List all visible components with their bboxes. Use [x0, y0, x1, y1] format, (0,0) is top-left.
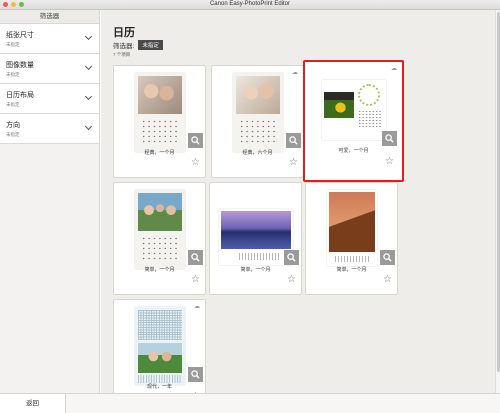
- calendar-grid: [140, 236, 179, 261]
- page-title: 日历: [113, 27, 135, 39]
- favorite-star-icon[interactable]: ☆: [191, 275, 200, 285]
- magnifier-icon: [191, 253, 200, 262]
- bottom-bar: 返回: [0, 393, 500, 413]
- zoom-button[interactable]: [188, 133, 203, 148]
- year-grid: [137, 310, 182, 340]
- template-card[interactable]: 简单，一个月 ☆: [113, 182, 206, 295]
- magnifier-icon: [383, 253, 392, 262]
- favorite-star-icon[interactable]: ☆: [383, 275, 392, 285]
- template-name: 现代，一年: [146, 384, 172, 390]
- template-thumbnail: [218, 209, 293, 265]
- favorite-star-icon[interactable]: ☆: [385, 157, 394, 167]
- filter-sidebar: 筛选器 纸张尺寸 未指定 图像数量 未指定 日历布局 未指定 方向 未指定: [0, 10, 100, 393]
- template-card-selected[interactable]: ☁ 可爱，一个月 ☆: [303, 60, 404, 182]
- template-thumbnail: [232, 73, 283, 152]
- cloud-download-icon: ☁: [391, 66, 397, 72]
- year-grid: [137, 375, 182, 383]
- template-card[interactable]: ☁ 经典，六个月 ☆: [211, 65, 304, 178]
- filter-value: 未指定: [6, 132, 20, 137]
- filter-image-count[interactable]: 图像数量 未指定: [0, 54, 99, 84]
- zoom-button[interactable]: [188, 367, 203, 382]
- family-photo: [235, 76, 280, 114]
- filter-badge: 未指定: [138, 40, 163, 50]
- template-thumbnail: [326, 190, 377, 266]
- item-count: 7 个项目: [113, 52, 131, 57]
- template-name: 简单，一个月: [336, 267, 367, 273]
- filter-value: 未指定: [6, 72, 20, 77]
- template-card[interactable]: 简单，一个月 ☆: [209, 182, 302, 295]
- sidebar-header: 筛选器: [0, 10, 99, 24]
- active-filter: 筛选器: 未指定: [113, 40, 163, 50]
- favorite-star-icon[interactable]: ☆: [287, 275, 296, 285]
- template-thumbnail: [134, 307, 185, 385]
- template-name: 可爱，一个月: [338, 148, 369, 154]
- template-card[interactable]: 经典，一个月 ☆: [113, 65, 206, 178]
- abbey-photo: [220, 211, 291, 249]
- template-name: 简单，一个月: [240, 267, 271, 273]
- filter-label: 筛选器:: [113, 43, 135, 50]
- template-thumbnail: [321, 80, 386, 140]
- pyramid-photo: [328, 192, 375, 252]
- back-button[interactable]: 返回: [0, 394, 66, 413]
- cloud-download-icon: ☁: [292, 70, 298, 76]
- family-photo: [137, 76, 182, 114]
- wreath-decoration: [357, 84, 380, 106]
- magnifier-icon: [385, 134, 394, 143]
- template-name: 简单，一个月: [144, 267, 175, 273]
- title-bar: Canon Easy-PhotoPrint Editor: [0, 0, 500, 10]
- zoom-button[interactable]: [286, 133, 301, 148]
- filter-paper-size[interactable]: 纸张尺寸 未指定: [0, 24, 99, 54]
- zoom-button[interactable]: [382, 131, 397, 146]
- zoom-button[interactable]: [284, 250, 299, 265]
- child-photo: [323, 92, 354, 118]
- template-card[interactable]: ☁ 现代，一年 ☆: [113, 299, 206, 393]
- calendar-grid: [140, 119, 179, 144]
- calendar-strip: [238, 253, 279, 260]
- calendar-grid: [238, 119, 277, 144]
- calendar-strip: [334, 256, 369, 262]
- template-name: 经典，一个月: [144, 150, 175, 156]
- favorite-star-icon[interactable]: ☆: [289, 158, 298, 168]
- template-gallery: 日历 筛选器: 未指定 7 个项目 经典，一个月 ☆ ☁ 经典，六个月 ☆ ☁: [101, 10, 495, 393]
- zoom-button[interactable]: [188, 250, 203, 265]
- filter-value: 未指定: [6, 42, 20, 47]
- template-name: 经典，六个月: [242, 150, 273, 156]
- filter-orientation[interactable]: 方向 未指定: [0, 114, 99, 144]
- template-thumbnail: [134, 190, 185, 269]
- filter-calendar-layout[interactable]: 日历布局 未指定: [0, 84, 99, 114]
- filter-value: 未指定: [6, 102, 20, 107]
- window-title: Canon Easy-PhotoPrint Editor: [209, 1, 291, 7]
- favorite-star-icon[interactable]: ☆: [191, 158, 200, 168]
- zoom-button[interactable]: [380, 250, 395, 265]
- vertical-scrollbar[interactable]: [495, 10, 500, 393]
- magnifier-icon: [287, 253, 296, 262]
- template-thumbnail: [134, 73, 185, 152]
- girls-photo: [137, 343, 182, 373]
- family-photo: [137, 193, 182, 231]
- template-card[interactable]: 简单，一个月 ☆: [305, 182, 398, 295]
- magnifier-icon: [191, 370, 200, 379]
- cloud-download-icon: ☁: [194, 304, 200, 310]
- magnifier-icon: [289, 136, 298, 145]
- magnifier-icon: [191, 136, 200, 145]
- calendar-grid: [357, 110, 382, 128]
